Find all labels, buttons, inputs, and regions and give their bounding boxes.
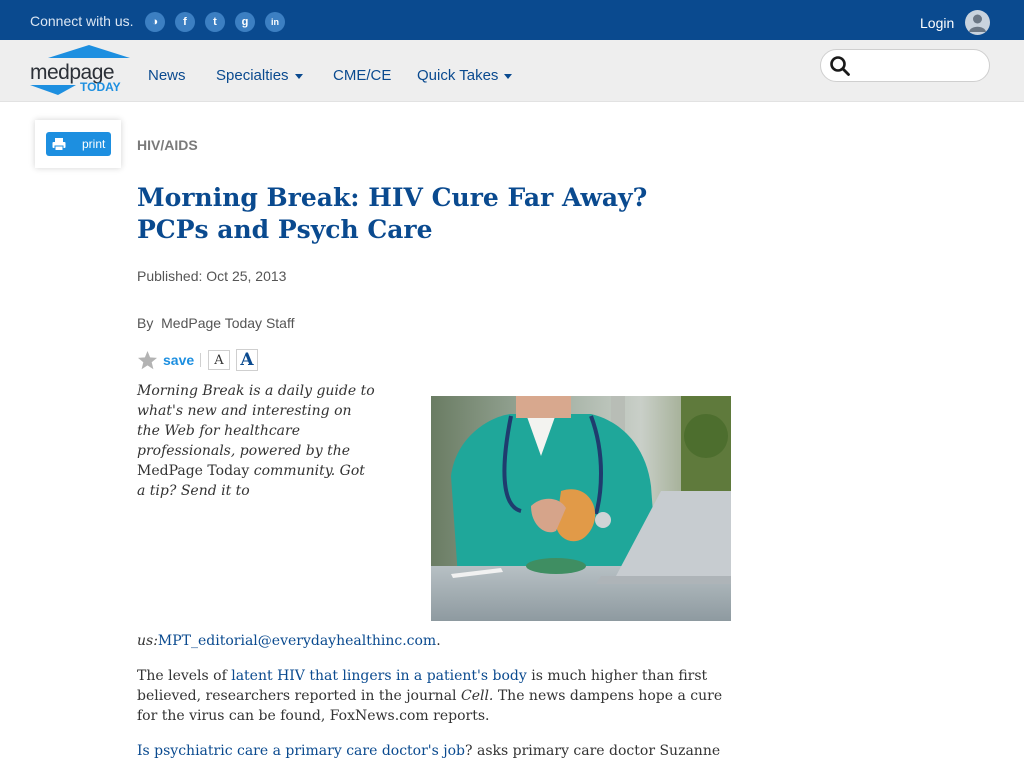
- twitter-icon[interactable]: t: [205, 12, 225, 32]
- linkedin-icon[interactable]: in: [265, 12, 285, 32]
- published-date: Published: Oct 25, 2013: [137, 268, 287, 284]
- byline: By MedPage Today Staff: [137, 315, 294, 331]
- article-category[interactable]: HIV/AIDS: [137, 137, 198, 153]
- divider: [200, 353, 201, 367]
- nav-cme-ce[interactable]: CME/CE: [333, 67, 391, 84]
- top-bar: Connect with us. ◑ f t g in Login: [0, 0, 1024, 40]
- email-suffix: .: [436, 633, 441, 649]
- search-input[interactable]: [857, 56, 981, 76]
- nav-specialties-label: Specialties: [216, 67, 289, 84]
- article-tools: save A A: [137, 349, 277, 373]
- para1-text-1: The levels of: [137, 668, 232, 684]
- connect-label: Connect with us.: [30, 13, 134, 29]
- facebook-icon[interactable]: f: [175, 12, 195, 32]
- login-link[interactable]: Login: [920, 15, 954, 31]
- para2-text: ? asks primary care doctor Suzanne: [465, 743, 721, 759]
- byline-author: MedPage Today Staff: [161, 315, 295, 331]
- logo-word-today: TODAY: [80, 80, 121, 94]
- para2-link[interactable]: Is psychiatric care a primary care docto…: [137, 743, 465, 759]
- para1-link[interactable]: latent HIV that lingers in a patient's b…: [231, 668, 527, 684]
- article-title: Morning Break: HIV Cure Far Away? PCPs a…: [137, 183, 648, 244]
- print-label: print: [82, 137, 106, 151]
- nav-news[interactable]: News: [148, 67, 186, 84]
- byline-prefix: By: [137, 315, 154, 331]
- avatar-icon[interactable]: [965, 10, 990, 35]
- email-line: us:MPT_editorial@everydayhealthinc.com.: [137, 631, 441, 651]
- search-icon[interactable]: [829, 55, 851, 77]
- google-plus-icon[interactable]: g: [235, 12, 255, 32]
- paragraph-2: Is psychiatric care a primary care docto…: [137, 741, 732, 761]
- paragraph-1: The levels of latent HIV that lingers in…: [137, 666, 732, 726]
- intro-italic-1: Morning Break is a daily guide to what's…: [137, 383, 375, 459]
- save-button[interactable]: save: [163, 352, 194, 368]
- star-icon[interactable]: [137, 350, 158, 371]
- medpage-logo[interactable]: medpage TODAY: [28, 44, 134, 98]
- nav-quick-takes-label: Quick Takes: [417, 67, 499, 84]
- intro-paragraph: Morning Break is a daily guide to what's…: [137, 381, 377, 501]
- email-prefix: us:: [137, 633, 158, 649]
- rss-icon[interactable]: ◑: [145, 12, 165, 32]
- para1-journal: Cell.: [460, 688, 494, 704]
- font-decrease-button[interactable]: A: [208, 350, 230, 370]
- nav-specialties[interactable]: Specialties: [216, 67, 303, 84]
- font-increase-button[interactable]: A: [236, 349, 258, 371]
- print-button[interactable]: print: [46, 132, 111, 156]
- chevron-down-icon: [294, 73, 303, 79]
- email-link[interactable]: MPT_editorial@everydayhealthinc.com: [158, 633, 436, 649]
- nav-quick-takes[interactable]: Quick Takes: [417, 67, 513, 84]
- search-box[interactable]: [820, 49, 990, 82]
- chevron-down-icon: [504, 73, 513, 79]
- printer-icon: [52, 138, 66, 151]
- article-photo: [431, 396, 731, 621]
- intro-plain: MedPage Today: [137, 463, 254, 479]
- print-panel: print: [35, 120, 121, 168]
